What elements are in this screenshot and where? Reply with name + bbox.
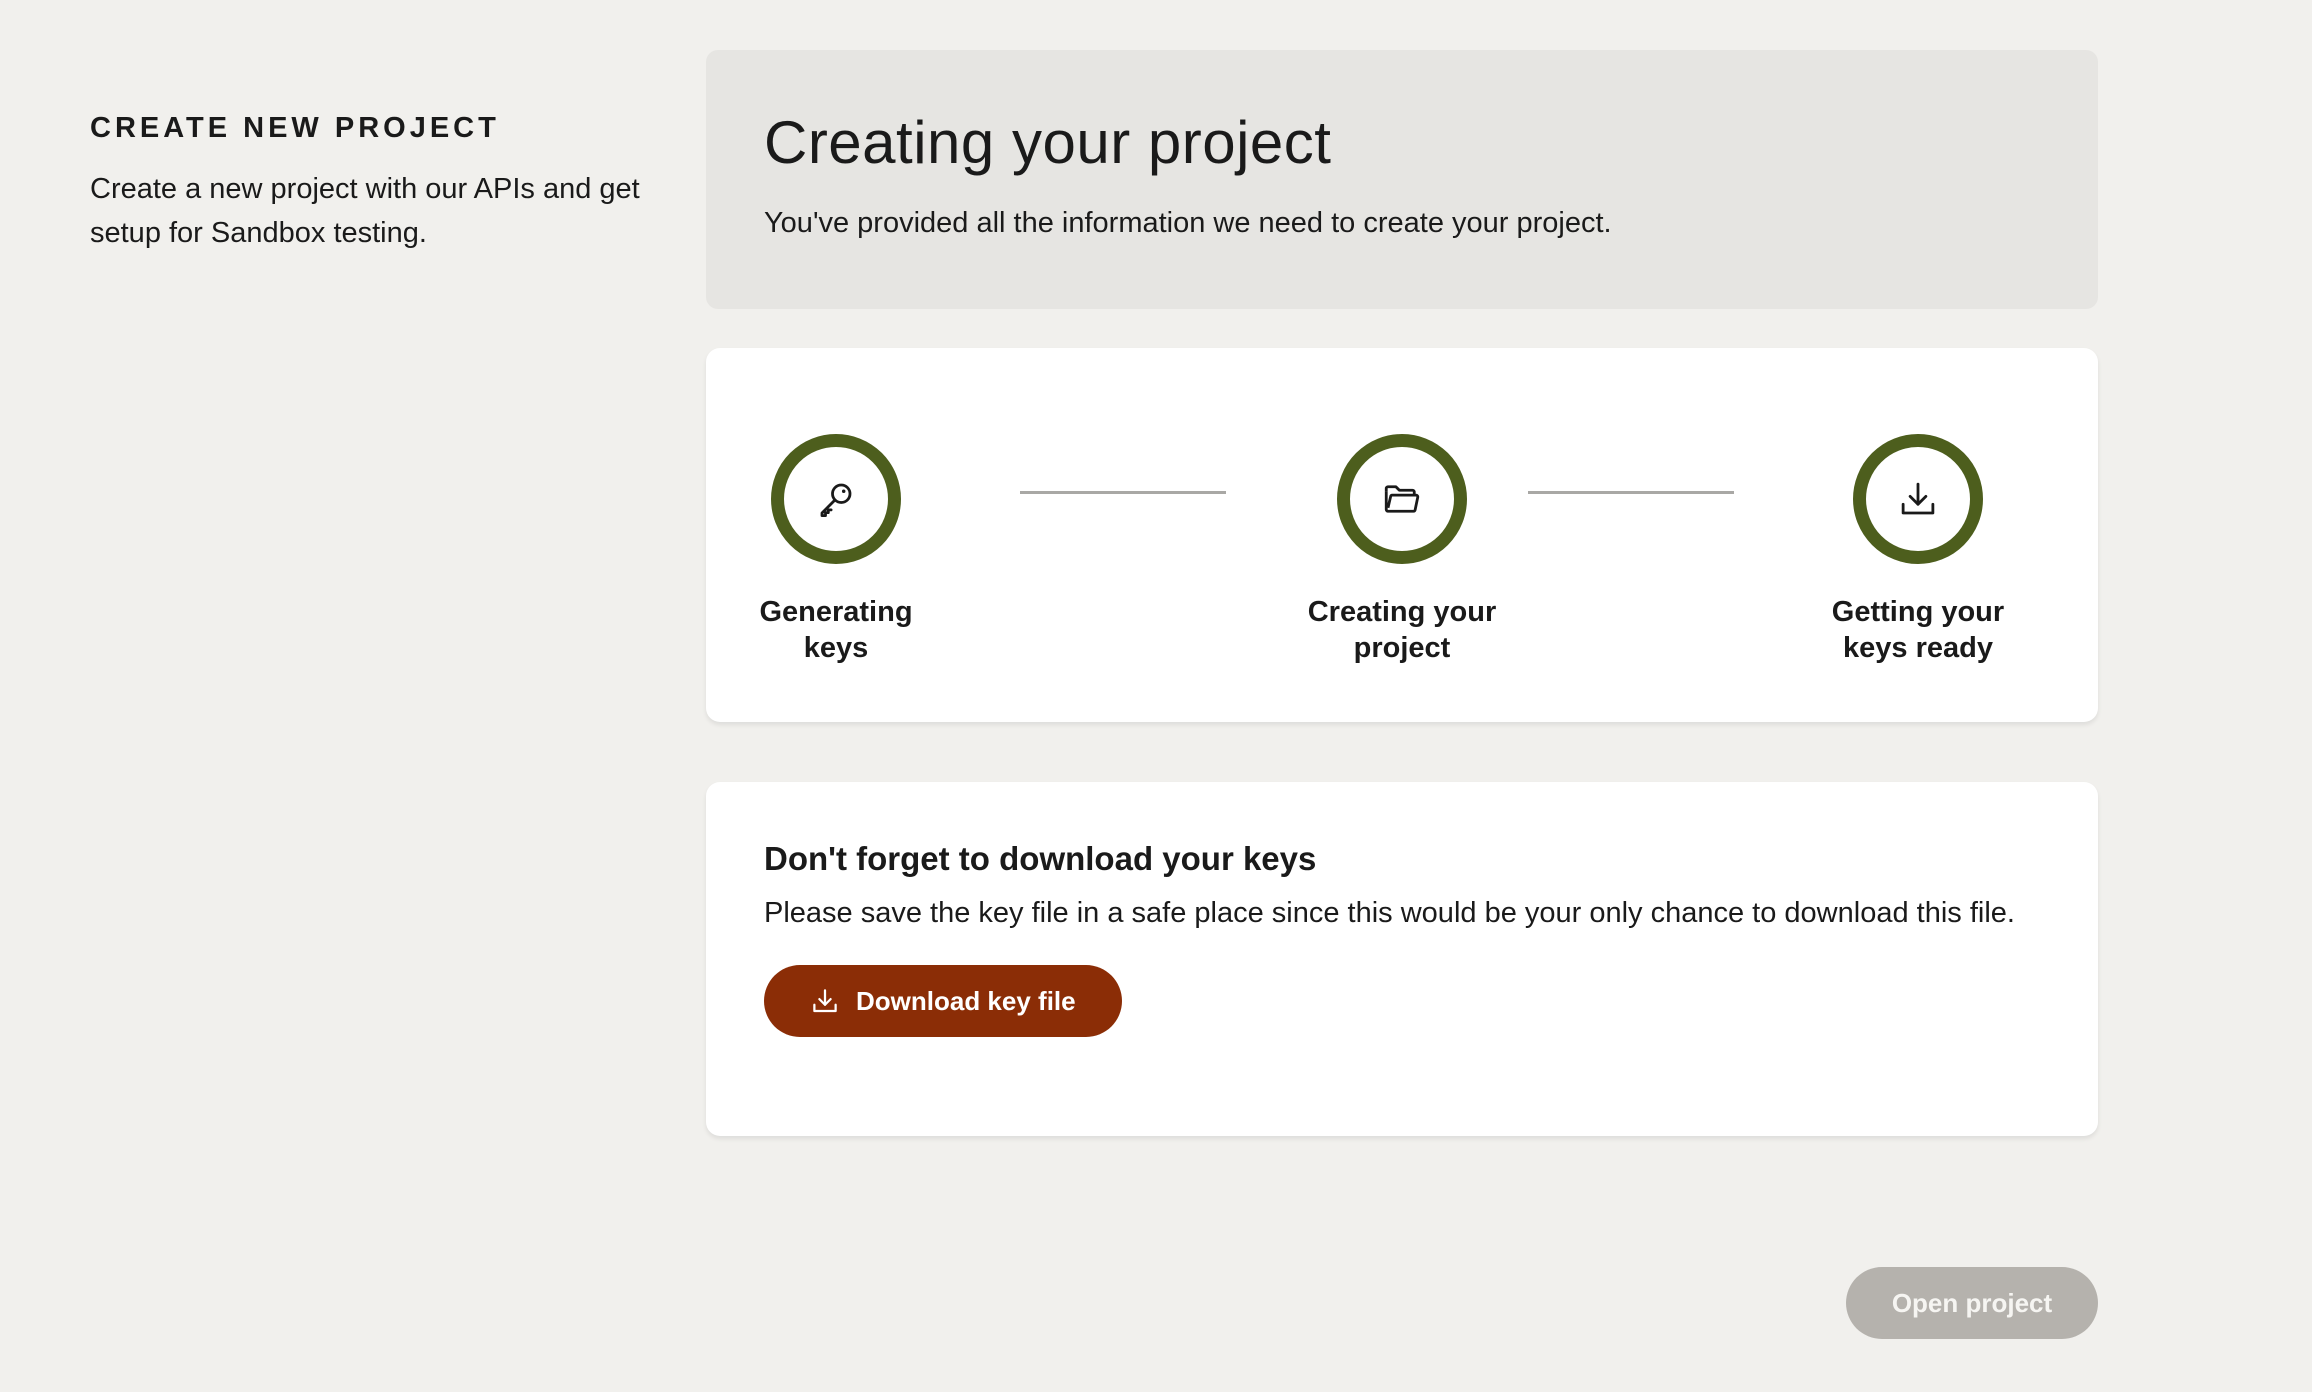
create-project-page: CREATE NEW PROJECT Create a new project … — [0, 0, 2312, 1392]
open-project-button[interactable]: Open project — [1846, 1267, 2098, 1339]
download-icon — [1901, 482, 1935, 515]
download-key-file-button[interactable]: Download key file — [764, 965, 1122, 1037]
folder-icon — [1384, 485, 1420, 513]
step-status-ring — [1337, 434, 1467, 564]
download-description: Please save the key file in a safe place… — [764, 897, 2015, 929]
download-icon — [813, 989, 837, 1013]
download-keys-card: Don't forget to download your keys Pleas… — [706, 782, 2098, 1136]
step-getting-keys-ready: Getting your keys ready — [1768, 434, 2068, 666]
step-generating-keys: Generating keys — [706, 434, 966, 666]
page-title: Creating your project — [764, 109, 1332, 176]
key-icon — [820, 483, 852, 518]
step-label: Getting your keys ready — [1831, 596, 2005, 664]
intro-section: CREATE NEW PROJECT Create a new project … — [90, 112, 670, 255]
intro-title: CREATE NEW PROJECT — [90, 112, 500, 144]
page-subtitle: You've provided all the information we n… — [764, 207, 1612, 239]
download-title: Don't forget to download your keys — [764, 840, 1317, 877]
step-label: Generating keys — [759, 596, 913, 664]
download-button-label: Download key file — [856, 985, 1076, 1016]
step-connector — [1528, 491, 1734, 494]
intro-description: Create a new project with our APIs and g… — [90, 173, 640, 249]
step-status-ring — [1853, 434, 1983, 564]
progress-stepper: Generating keys Creating your project Ge… — [706, 348, 2098, 722]
step-label: Creating your project — [1307, 596, 1497, 664]
step-creating-project: Creating your project — [1252, 434, 1552, 666]
header-panel: Creating your project You've provided al… — [706, 50, 2098, 309]
step-status-ring — [771, 434, 901, 564]
step-connector — [1020, 491, 1226, 494]
